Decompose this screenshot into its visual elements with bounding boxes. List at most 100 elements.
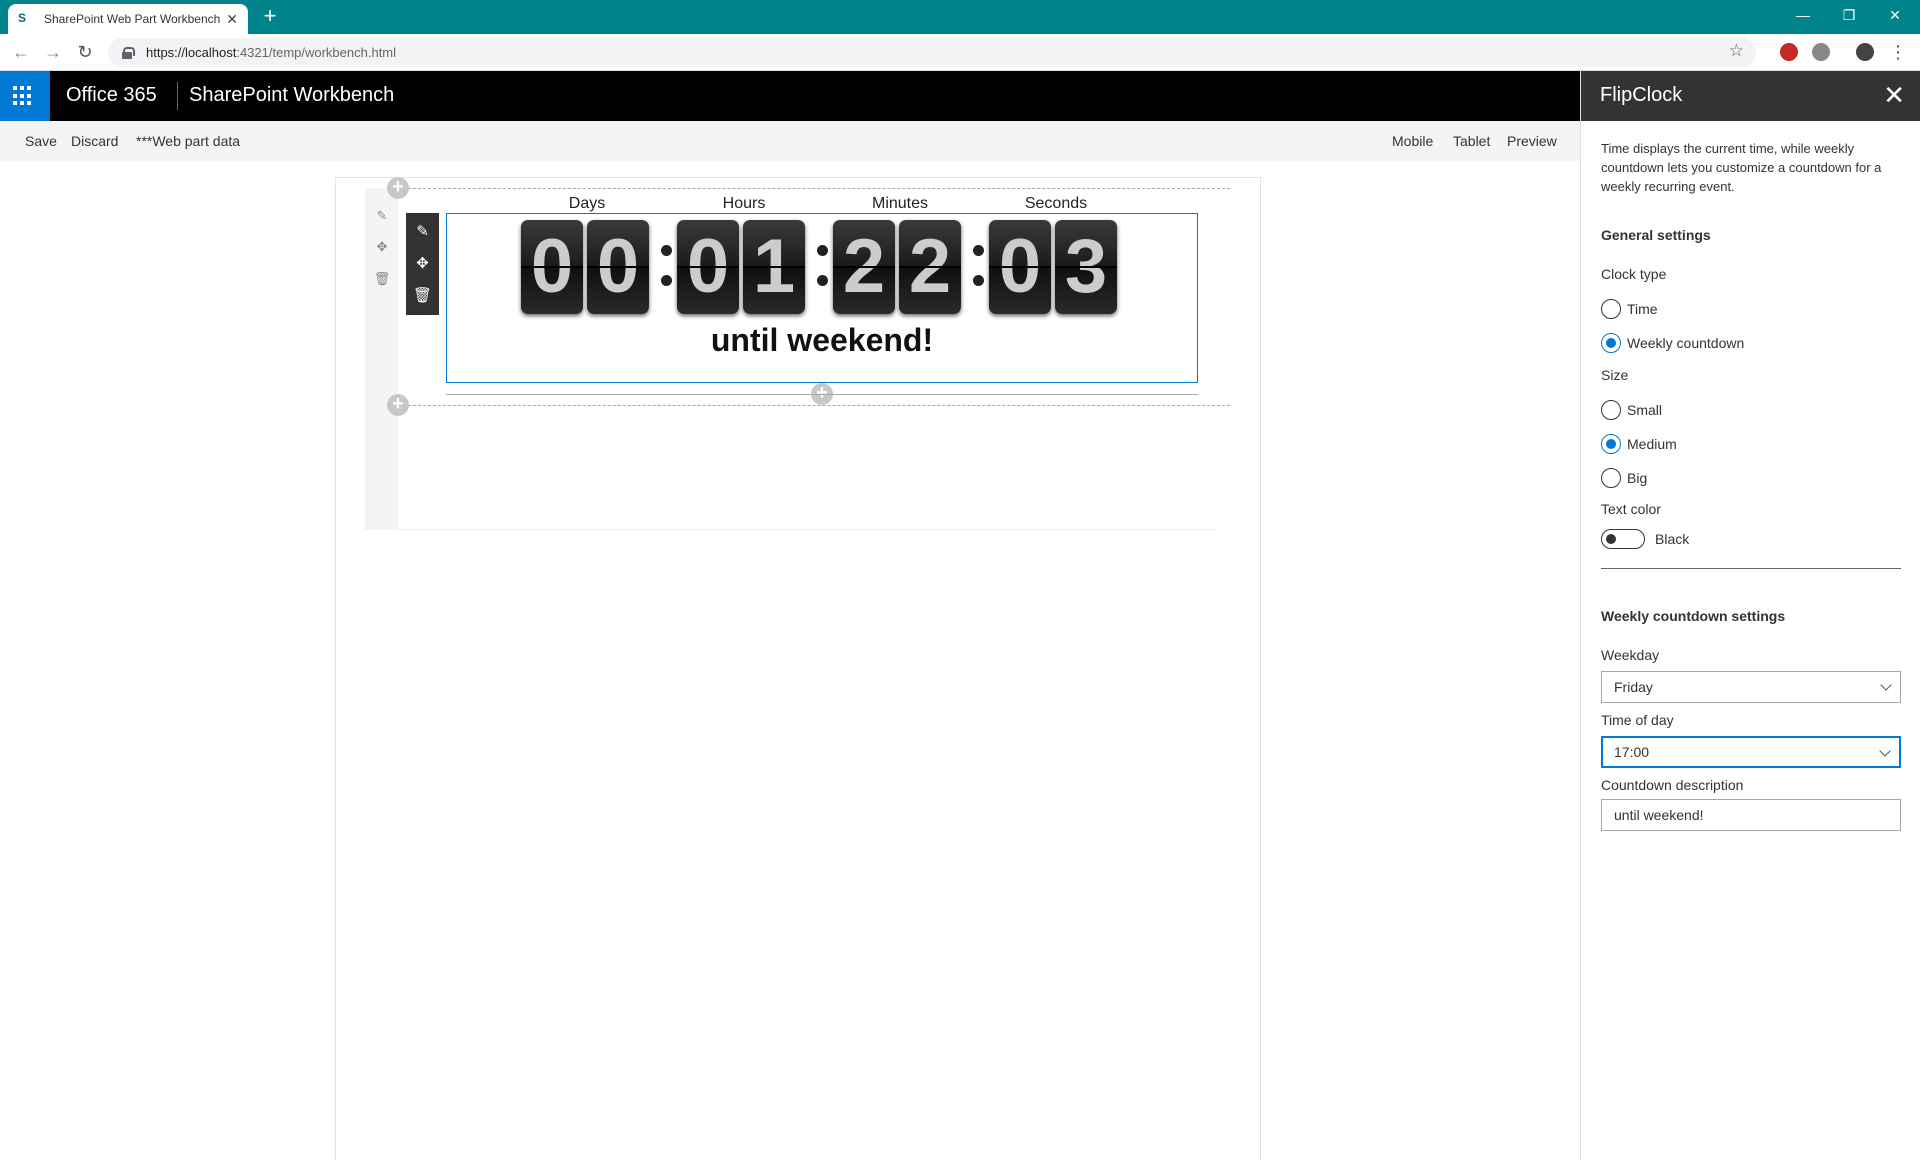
radio-time[interactable]: Time [1601, 299, 1658, 319]
profile-avatar-icon[interactable] [1856, 43, 1874, 61]
chevron-down-icon [1879, 745, 1891, 757]
radio-big[interactable]: Big [1601, 468, 1647, 488]
section-bottom-border [398, 529, 1218, 530]
browser-toolbar: ← → ↻ https://localhost:4321/temp/workbe… [0, 34, 1920, 71]
app-launcher-waffle-icon[interactable] [0, 71, 50, 121]
weekday-dropdown[interactable]: Friday [1601, 671, 1901, 703]
text-color-toggle[interactable]: Black [1601, 529, 1689, 549]
workbench-title: SharePoint Workbench [189, 84, 395, 106]
edit-section-icon[interactable]: ✎ [373, 208, 391, 226]
size-label: Size [1601, 367, 1629, 383]
flip-digit-days-ones: 0 [587, 220, 649, 314]
radio-weekly-countdown-label: Weekly countdown [1627, 335, 1745, 351]
edit-web-part-icon[interactable]: ✎ [406, 217, 439, 247]
flip-digit-hours-tens: 0 [677, 220, 739, 314]
text-color-label: Text color [1601, 501, 1661, 517]
window-restore-button[interactable]: ❐ [1826, 0, 1872, 30]
chevron-down-icon [1880, 679, 1892, 691]
suite-bar: Office 365 SharePoint Workbench [0, 71, 1580, 121]
time-of-day-label: Time of day [1601, 712, 1674, 728]
command-bar: Save Discard ***Web part data Mobile Tab… [0, 121, 1580, 161]
radio-medium-label: Medium [1627, 436, 1677, 452]
text-color-value: Black [1655, 531, 1690, 547]
flip-digit-hours-ones: 1 [743, 220, 805, 314]
radio-big-label: Big [1627, 470, 1648, 486]
new-tab-button[interactable]: + [258, 5, 282, 29]
radio-big-circle [1601, 468, 1621, 488]
weekday-label: Weekday [1601, 647, 1660, 663]
toggle-knob [1606, 534, 1616, 544]
flip-digit-days-tens: 0 [521, 220, 583, 314]
add-section-bottom-icon[interactable]: + [387, 394, 409, 416]
radio-medium[interactable]: Medium [1601, 434, 1677, 454]
tab-title: SharePoint Web Part Workbench [44, 12, 221, 26]
tab-close-icon[interactable]: ✕ [226, 11, 238, 28]
window-minimize-button[interactable]: — [1780, 0, 1826, 30]
browser-menu-icon[interactable]: ⋮ [1886, 41, 1910, 65]
add-section-top-icon[interactable]: + [387, 177, 409, 199]
seconds-label: Seconds [1024, 195, 1088, 212]
office-365-brand[interactable]: Office 365 [66, 84, 157, 107]
clock-separator [971, 245, 985, 290]
radio-small-circle [1601, 400, 1621, 420]
countdown-description-label: Countdown description [1601, 777, 1744, 793]
radio-small[interactable]: Small [1601, 400, 1662, 420]
browser-tab-strip: S SharePoint Web Part Workbench ✕ + — ❐ … [0, 0, 1920, 34]
property-pane-title: FlipClock [1600, 84, 1683, 106]
extension-globe-icon[interactable] [1812, 43, 1830, 61]
web-part-divider [446, 394, 1198, 395]
ublock-extension-icon[interactable] [1780, 43, 1798, 61]
lock-icon [122, 46, 135, 59]
browser-tab[interactable]: S SharePoint Web Part Workbench ✕ [8, 4, 248, 34]
pane-divider [1601, 568, 1901, 569]
flip-digit-seconds-ones: 3 [1055, 220, 1117, 314]
discard-button[interactable]: Discard [71, 133, 118, 149]
property-pane-description: Time displays the current time, while we… [1601, 141, 1882, 194]
radio-small-label: Small [1627, 402, 1663, 418]
hours-label: Hours [722, 195, 766, 212]
section-top-dashed-line [398, 188, 1230, 189]
radio-weekly-countdown[interactable]: Weekly countdown [1601, 333, 1744, 353]
forward-arrow-icon[interactable]: → [41, 41, 65, 65]
web-part-data-button[interactable]: ***Web part data [136, 133, 240, 149]
close-pane-icon[interactable]: ✕ [1883, 80, 1905, 111]
days-label: Days [568, 195, 606, 212]
weekly-countdown-settings-heading: Weekly countdown settings [1601, 608, 1786, 624]
address-bar[interactable]: https://localhost:4321/temp/workbench.ht… [108, 38, 1756, 67]
flip-digit-minutes-ones: 2 [899, 220, 961, 314]
suite-divider [177, 82, 178, 110]
clock-type-label: Clock type [1601, 266, 1667, 282]
mobile-preview-button[interactable]: Mobile [1392, 133, 1433, 149]
flip-digit-seconds-tens: 0 [989, 220, 1051, 314]
web-part-toolbar: ✎ ✥ 🗑 [406, 213, 439, 315]
property-pane: FlipClock ✕ Time displays the current ti… [1580, 71, 1920, 1160]
radio-weekly-countdown-circle [1601, 333, 1621, 353]
move-web-part-icon[interactable]: ✥ [406, 249, 439, 279]
radio-medium-circle [1601, 434, 1621, 454]
bookmark-star-icon[interactable]: ☆ [1729, 41, 1744, 61]
tablet-preview-button[interactable]: Tablet [1453, 133, 1490, 149]
radio-time-circle [1601, 299, 1621, 319]
window-close-button[interactable]: ✕ [1872, 0, 1918, 30]
move-section-icon[interactable]: ✥ [373, 239, 391, 257]
clock-separator [815, 245, 829, 290]
delete-section-icon[interactable]: 🗑 [373, 271, 391, 289]
property-pane-header: FlipClock ✕ [1581, 71, 1920, 121]
url-host: https://localhost [146, 45, 237, 60]
time-of-day-value: 17:00 [1614, 744, 1650, 760]
time-of-day-dropdown[interactable]: 17:00 [1601, 736, 1901, 768]
url-path: :4321/temp/workbench.html [236, 45, 397, 60]
reload-icon[interactable]: ↻ [73, 41, 97, 65]
save-button[interactable]: Save [25, 133, 57, 149]
general-settings-heading: General settings [1601, 227, 1711, 243]
back-arrow-icon[interactable]: ← [9, 41, 33, 65]
flip-digit-minutes-tens: 2 [833, 220, 895, 314]
toggle-track [1601, 529, 1645, 549]
delete-web-part-icon[interactable]: 🗑 [406, 281, 439, 311]
radio-time-label: Time [1627, 301, 1658, 317]
countdown-description-text: until weekend! [710, 322, 934, 358]
preview-button[interactable]: Preview [1507, 133, 1557, 149]
clock-separator [659, 245, 673, 290]
section-bottom-dashed-line [398, 405, 1230, 406]
countdown-description-input[interactable]: until weekend! [1601, 799, 1901, 831]
